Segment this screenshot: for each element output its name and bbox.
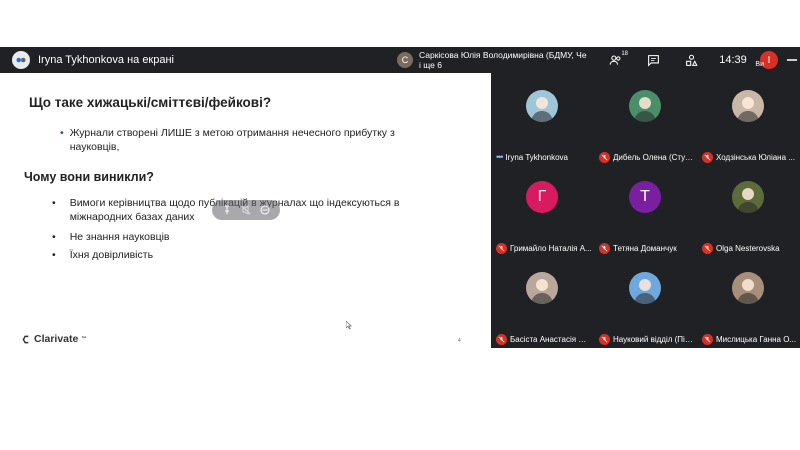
speaker-others: і ще 6 (419, 60, 442, 70)
participant-avatar (732, 90, 764, 122)
active-speaker[interactable]: С Саркісова Юлія Володимирівна (БДМУ, Че… (397, 49, 587, 71)
participant-name-row: Olga Nesterovska (702, 243, 798, 254)
participant-avatar (526, 90, 558, 122)
participant-tile[interactable]: Т Тетяна Доманчук (594, 164, 697, 255)
participant-name: Мислицька Ганна О... (716, 335, 797, 344)
mouse-cursor-icon (346, 321, 352, 330)
slide-number: 4 (458, 338, 461, 344)
speaking-indicator-icon: ••• (496, 152, 504, 162)
participant-name-row: Гримайло Наталія А... (496, 243, 592, 254)
slide-bullet-3: • Не знання науковців (52, 231, 170, 243)
participant-name: Дибель Олена (Студ... (613, 153, 695, 162)
participant-name: Ходзінська Юліана ... (716, 153, 795, 162)
participant-avatar: Г (526, 181, 558, 213)
people-count: 18 (621, 51, 628, 57)
participant-avatar: Т (629, 181, 661, 213)
participant-tile[interactable]: Басіста Анастасія Ст... (491, 255, 594, 346)
participant-tile[interactable]: Дибель Олена (Студ... (594, 73, 697, 164)
slide-bullet-4: • Їхня довірливість (52, 249, 154, 261)
speaker-avatar: С (397, 52, 413, 68)
participant-avatar (732, 272, 764, 304)
mic-off-icon (496, 334, 507, 345)
participant-avatar (629, 272, 661, 304)
mic-off-icon (496, 243, 507, 254)
presenter-indicator: Iryna Tykhonkova на екрані (12, 51, 174, 69)
participant-name-row: Тетяна Доманчук (599, 243, 695, 254)
pin-icon[interactable] (222, 205, 232, 215)
bullet-text: Не знання науковців (69, 231, 170, 243)
presenter-label: Iryna Tykhonkova на екрані (38, 54, 175, 66)
mic-off-icon (702, 334, 713, 345)
clarivate-icon (22, 335, 29, 343)
self-label: Ви (755, 61, 764, 68)
presenting-icon (12, 51, 30, 69)
presentation-controls[interactable] (212, 200, 280, 220)
chat-icon (647, 54, 659, 67)
slide-bullet-1: • Журнали створені ЛИШЕ з метою отриманн… (60, 126, 420, 154)
bullet-dot: • (60, 127, 64, 139)
participant-name-row: Дибель Олена (Студ... (599, 152, 695, 163)
participant-grid: ••• Iryna Tykhonkova Дибель Олена (Студ...… (491, 73, 800, 348)
activities-icon (685, 54, 698, 66)
remove-icon[interactable] (260, 205, 270, 215)
participant-name: Iryna Tykhonkova (505, 152, 569, 162)
participant-avatar (526, 272, 558, 304)
brand-text: Clarivate (34, 333, 79, 345)
participant-name-row: Ходзінська Юліана ... (702, 152, 798, 163)
participant-name-row: Басіста Анастасія Ст... (496, 334, 592, 345)
participant-name-row: Мислицька Ганна О... (702, 334, 798, 345)
minimize-icon[interactable] (787, 59, 797, 61)
mic-off-icon (702, 243, 713, 254)
participant-name: Гримайло Наталія А... (510, 244, 592, 253)
trademark: ™ (81, 336, 87, 342)
slide-heading-2: Чому вони виникли? (24, 170, 154, 184)
participant-name: Науковий відділ (Під... (613, 335, 695, 344)
participant-name: Тетяна Доманчук (613, 244, 677, 253)
clock: 14:39 (719, 54, 747, 66)
bullet-text: Їхня довірливість (69, 249, 154, 261)
people-icon (609, 55, 620, 65)
participant-name: Olga Nesterovska (716, 244, 780, 253)
mic-off-icon (599, 243, 610, 254)
shared-slide: Що таке хижацькі/сміттєві/фейкові? • Жур… (0, 73, 491, 348)
participant-tile[interactable]: Ходзінська Юліана ... (697, 73, 800, 164)
participant-name-row: ••• Iryna Tykhonkova (496, 152, 592, 162)
participant-tile[interactable]: Науковий відділ (Під... (594, 255, 697, 346)
bullet-text: Журнали створені ЛИШЕ з метою отримання … (69, 127, 395, 153)
speaker-name: Саркісова Юлія Володимирівна (БДМУ, Черн… (419, 50, 587, 60)
people-button[interactable]: 18 (596, 47, 634, 73)
clarivate-logo: Clarivate ™ (22, 333, 86, 345)
participant-avatar (629, 90, 661, 122)
mic-off-icon (599, 334, 610, 345)
participant-name-row: Науковий відділ (Під... (599, 334, 695, 345)
participant-tile[interactable]: Мислицька Ганна О... (697, 255, 800, 346)
participant-tile[interactable]: Olga Nesterovska (697, 164, 800, 255)
participant-avatar (732, 181, 764, 213)
meeting-top-bar: Iryna Tykhonkova на екрані С Саркісова Ю… (0, 47, 800, 73)
participant-tile[interactable]: ••• Iryna Tykhonkova (491, 73, 594, 164)
participant-name: Басіста Анастасія Ст... (510, 335, 592, 344)
mute-icon[interactable] (241, 205, 251, 215)
mic-off-icon (599, 152, 610, 163)
participant-tile[interactable]: Г Гримайло Наталія А... (491, 164, 594, 255)
mic-off-icon (702, 152, 713, 163)
slide-heading-1: Що таке хижацькі/сміттєві/фейкові? (29, 95, 272, 110)
activities-button[interactable] (672, 47, 710, 73)
chat-button[interactable] (634, 47, 672, 73)
